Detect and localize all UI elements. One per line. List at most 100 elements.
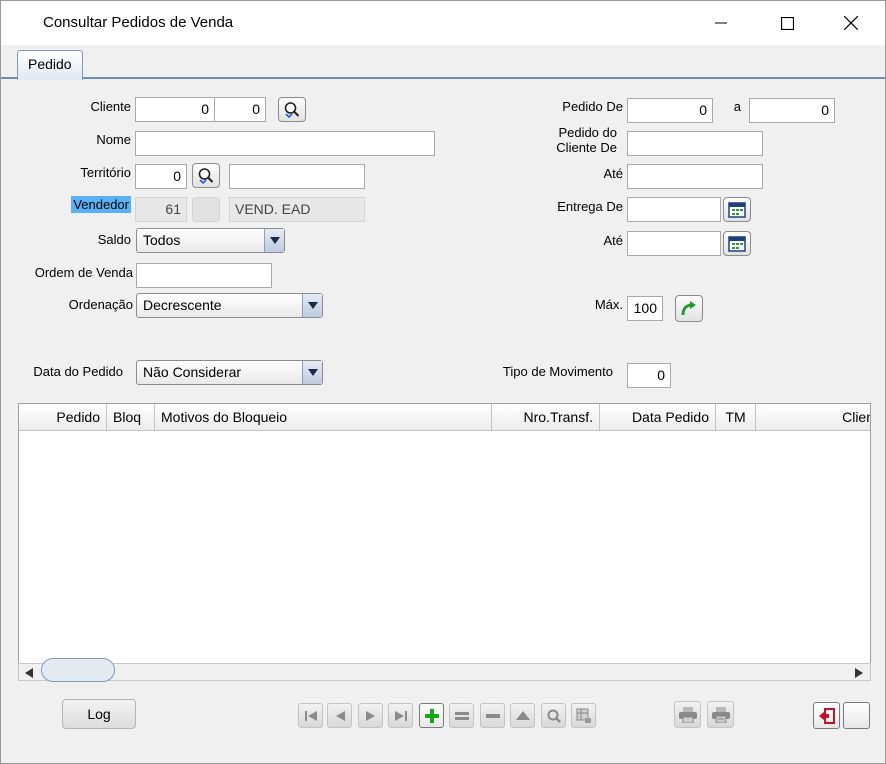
minimize-icon [715,22,727,24]
data-pedido-select[interactable]: Não Considerar [136,360,323,385]
pedido-a-label: a [733,99,741,114]
window-title: Consultar Pedidos de Venda [43,14,234,31]
vendedor-label: Vendedor [71,196,131,213]
add-record-button[interactable] [419,703,444,728]
tipo-movimento-label: Tipo de Movimento [502,364,613,379]
maximize-icon [780,16,794,30]
cliente-label: Cliente [90,99,131,114]
column-header[interactable]: Data Pedido [600,404,716,431]
ordem-venda-label: Ordem de Venda [34,265,133,280]
refresh-button[interactable] [675,295,703,322]
ate1-label: Até [603,166,623,181]
up-record-button[interactable] [510,703,535,728]
pedido-ate-input[interactable]: 0 [749,98,835,123]
triangle-up-icon [515,711,530,720]
chevron-down-icon [302,294,322,317]
export-record-button[interactable] [571,703,596,728]
ordenacao-select[interactable]: Decrescente [136,293,323,318]
vendedor-code-input: 61 [135,197,187,222]
ate2-calendar-button[interactable] [723,231,751,256]
last-icon [394,710,407,721]
scrollbar-thumb[interactable] [41,658,115,682]
ordem-venda-input[interactable] [136,263,272,288]
close-button[interactable] [821,1,881,45]
entrega-de-label: Entrega De [557,199,623,214]
data-pedido-label: Data do Pedido [33,364,123,379]
exit-button[interactable] [813,702,840,729]
calendar-icon [728,236,746,252]
prev-record-button[interactable] [327,703,352,728]
blank-button[interactable] [843,702,870,729]
delete-record-button[interactable] [480,703,505,728]
app-window: Consultar Pedidos de Venda Pedido Client… [0,0,886,764]
column-header[interactable]: Nro.Transf. [492,404,600,431]
prev-icon [335,710,345,721]
ate2-label: Até [603,233,623,248]
search-icon [284,101,300,118]
cliente-search-button[interactable] [278,97,306,122]
printer-icon [678,706,697,723]
grid-horizontal-scrollbar[interactable] [18,658,871,682]
vendedor-label-wrap: Vendedor [61,196,131,213]
last-record-button[interactable] [388,703,413,728]
column-header[interactable]: TM [716,404,756,431]
tipo-movimento-input[interactable]: 0 [627,363,671,388]
data-pedido-value: Não Considerar [143,364,242,380]
next-icon [365,710,375,721]
column-header[interactable]: Pedido [19,404,107,431]
tab-strip: Pedido [1,45,885,80]
max-label: Máx. [594,297,623,312]
scroll-right-icon[interactable] [853,667,865,679]
saldo-label: Saldo [97,232,131,247]
tab-pedido[interactable]: Pedido [17,50,83,80]
export-grid-icon [576,708,591,723]
cliente-sub-input[interactable]: 0 [214,97,266,122]
print-preview-button[interactable] [707,701,734,728]
exit-door-icon [818,707,835,724]
pedido-cliente-input[interactable] [627,131,763,156]
territorio-desc-input[interactable] [229,164,365,189]
nome-input[interactable] [135,131,435,156]
close-icon [844,16,858,30]
log-button[interactable]: Log [62,699,136,729]
column-header[interactable]: Motivos do Bloqueio [155,404,492,431]
column-header[interactable]: Bloq [107,404,155,431]
pedidos-grid[interactable]: Pedido Bloq Motivos do Bloqueio Nro.Tran… [18,403,871,665]
pedido-de-input[interactable]: 0 [627,98,713,123]
saldo-value: Todos [143,232,181,248]
maximize-button[interactable] [757,1,817,45]
find-record-button[interactable] [541,703,566,728]
plus-icon [424,708,439,723]
nome-label: Nome [96,132,131,147]
entrega-de-calendar-button[interactable] [723,197,751,222]
form-panel: Cliente 0 0 Nome Território 0 Vendedor 6… [1,81,885,763]
pedido-cliente-label-2: Cliente De [556,140,617,155]
first-icon [304,710,317,721]
grid-header: Pedido Bloq Motivos do Bloqueio Nro.Tran… [19,404,870,431]
edit-record-button[interactable] [449,703,474,728]
cliente-code-input[interactable]: 0 [135,97,215,122]
printer-preview-icon [711,706,730,723]
next-record-button[interactable] [358,703,383,728]
first-record-button[interactable] [298,703,323,728]
ate2-input[interactable] [627,231,721,256]
vendedor-desc-input: VEND. EAD [229,197,365,222]
entrega-de-input[interactable] [627,197,721,222]
print-button[interactable] [674,701,701,728]
ordenacao-label: Ordenação [68,297,133,312]
refresh-arrow-icon [681,300,696,315]
ordenacao-value: Decrescente [143,297,222,313]
minus-icon [485,713,500,718]
scroll-left-icon[interactable] [23,667,35,679]
territorio-label: Território [80,165,131,180]
search-icon [547,709,561,723]
calendar-icon [728,202,746,218]
saldo-select[interactable]: Todos [136,228,285,253]
territorio-code-input[interactable]: 0 [135,164,187,189]
ate1-input[interactable] [627,164,763,189]
chevron-down-icon [302,361,322,384]
column-header[interactable]: Clien [756,404,870,431]
minimize-button[interactable] [691,1,751,45]
territorio-search-button[interactable] [192,163,220,188]
max-input[interactable]: 100 [627,296,663,321]
